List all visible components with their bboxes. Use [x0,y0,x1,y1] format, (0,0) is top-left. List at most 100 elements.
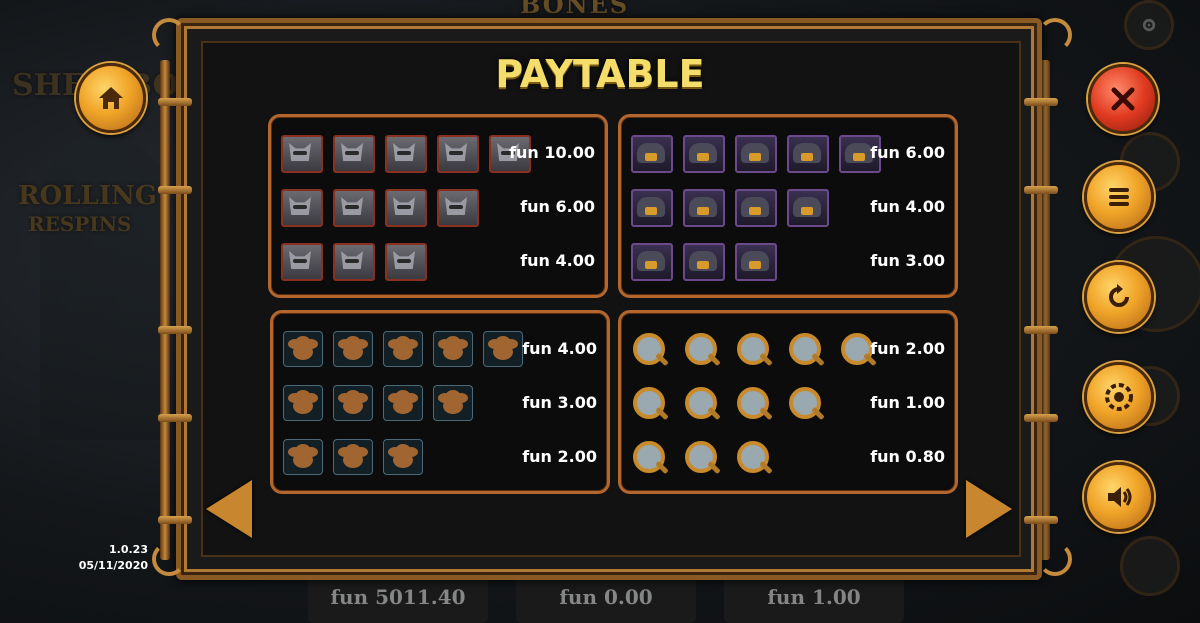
magnifier-icon [735,439,777,475]
magnifier-icon [735,331,777,367]
dog-icon [735,243,777,281]
frame-clip [1024,186,1058,194]
magnifier-icon [683,385,725,421]
frame-clip [1024,414,1058,422]
total-bet-value: fun 1.00 [767,585,861,609]
frame-curl-icon [1038,542,1072,576]
frame-clip [158,98,192,106]
version-date: 05/11/2020 [78,559,148,572]
paw-icon [433,385,473,421]
chip-button[interactable] [1084,362,1154,432]
paytable-symbol-row [631,243,777,281]
magnifier-icon [683,331,725,367]
previous-page-arrow-icon[interactable] [206,480,252,538]
frame-curl-icon [152,18,186,52]
version-number: 1.0.23 [109,543,148,556]
paytable-payout-value: fun 10.00 [509,143,595,162]
paw-icon [333,331,373,367]
paw-icon [283,331,323,367]
home-button[interactable] [76,63,146,133]
frame-clip [158,186,192,194]
paytable-symbol-row [281,189,479,227]
refresh-button[interactable] [1084,262,1154,332]
paytable-payout-value: fun 4.00 [520,251,595,270]
dog-icon [787,189,829,227]
cat-icon [333,189,375,227]
version-info: 1.0.23 05/11/2020 [60,542,148,574]
frame-clip [1024,98,1058,106]
paw-icon [283,439,323,475]
paytable-payout-value: fun 2.00 [870,339,945,358]
dog-icon [683,189,725,227]
gear-icon [1142,18,1156,32]
paw-icon [383,439,423,475]
sound-button[interactable] [1084,462,1154,532]
paytable-payout-value: fun 6.00 [870,143,945,162]
sound-icon [1108,487,1132,507]
win-value: fun 0.00 [559,585,653,609]
paytable-panel-magnifier: fun 2.00 fun 1.00 fun 0.80 [618,310,958,494]
paw-icon [333,385,373,421]
menu-icon [1109,188,1129,206]
dog-icon [631,135,673,173]
dog-icon [735,135,777,173]
dog-icon [683,135,725,173]
paytable-symbol-row [283,439,423,475]
frame-clip [1024,326,1058,334]
paytable-frame [176,18,1042,580]
paytable-symbol-row [631,385,829,421]
paw-icon [283,385,323,421]
sound-button-background [1120,536,1180,596]
close-icon [1111,87,1135,111]
frame-clip [158,326,192,334]
cat-icon [437,135,479,173]
menu-button[interactable] [1084,162,1154,232]
magnifier-icon [631,439,673,475]
home-icon [99,87,123,109]
magnifier-icon [735,385,777,421]
cat-icon [281,189,323,227]
paw-icon [383,385,423,421]
rolling-text: ROLLING [18,181,157,211]
settings-button[interactable] [1124,0,1174,50]
paytable-symbol-row [283,385,473,421]
magnifier-icon [683,439,725,475]
close-button[interactable] [1088,64,1158,134]
paytable-payout-value: fun 0.80 [870,447,945,466]
paytable-payout-value: fun 4.00 [522,339,597,358]
cat-icon [385,135,427,173]
paytable-panel-dog: fun 6.00 fun 4.00 fun 3.00 [618,114,958,298]
frame-clip [1024,516,1058,524]
cat-icon [437,189,479,227]
cat-icon [281,243,323,281]
magnifier-icon [787,331,829,367]
frame-clip [158,414,192,422]
cat-icon [333,243,375,281]
frame-rail-left [160,60,170,560]
frame-curl-icon [152,542,186,576]
paytable-symbol-row [631,439,777,475]
cat-icon [385,189,427,227]
dog-icon [735,189,777,227]
refresh-icon [1109,284,1129,307]
cat-icon [281,135,323,173]
dog-icon [683,243,725,281]
paytable-symbol-row [281,243,427,281]
magnifier-icon [631,385,673,421]
next-page-arrow-icon[interactable] [966,480,1012,538]
frame-clip [158,516,192,524]
respins-text: RESPINS [28,212,132,236]
dog-icon [631,189,673,227]
paytable-payout-value: fun 6.00 [520,197,595,216]
cat-icon [385,243,427,281]
background-rolling-respins: ROLLING RESPINS [18,182,157,238]
cat-icon [333,135,375,173]
frame-curl-icon [1038,18,1072,52]
paytable-payout-value: fun 3.00 [870,251,945,270]
paytable-payout-value: fun 4.00 [870,197,945,216]
paytable-payout-value: fun 1.00 [870,393,945,412]
paytable-symbol-row [631,189,829,227]
chip-icon [1105,383,1133,411]
paw-icon [333,439,373,475]
magnifier-icon [631,331,673,367]
